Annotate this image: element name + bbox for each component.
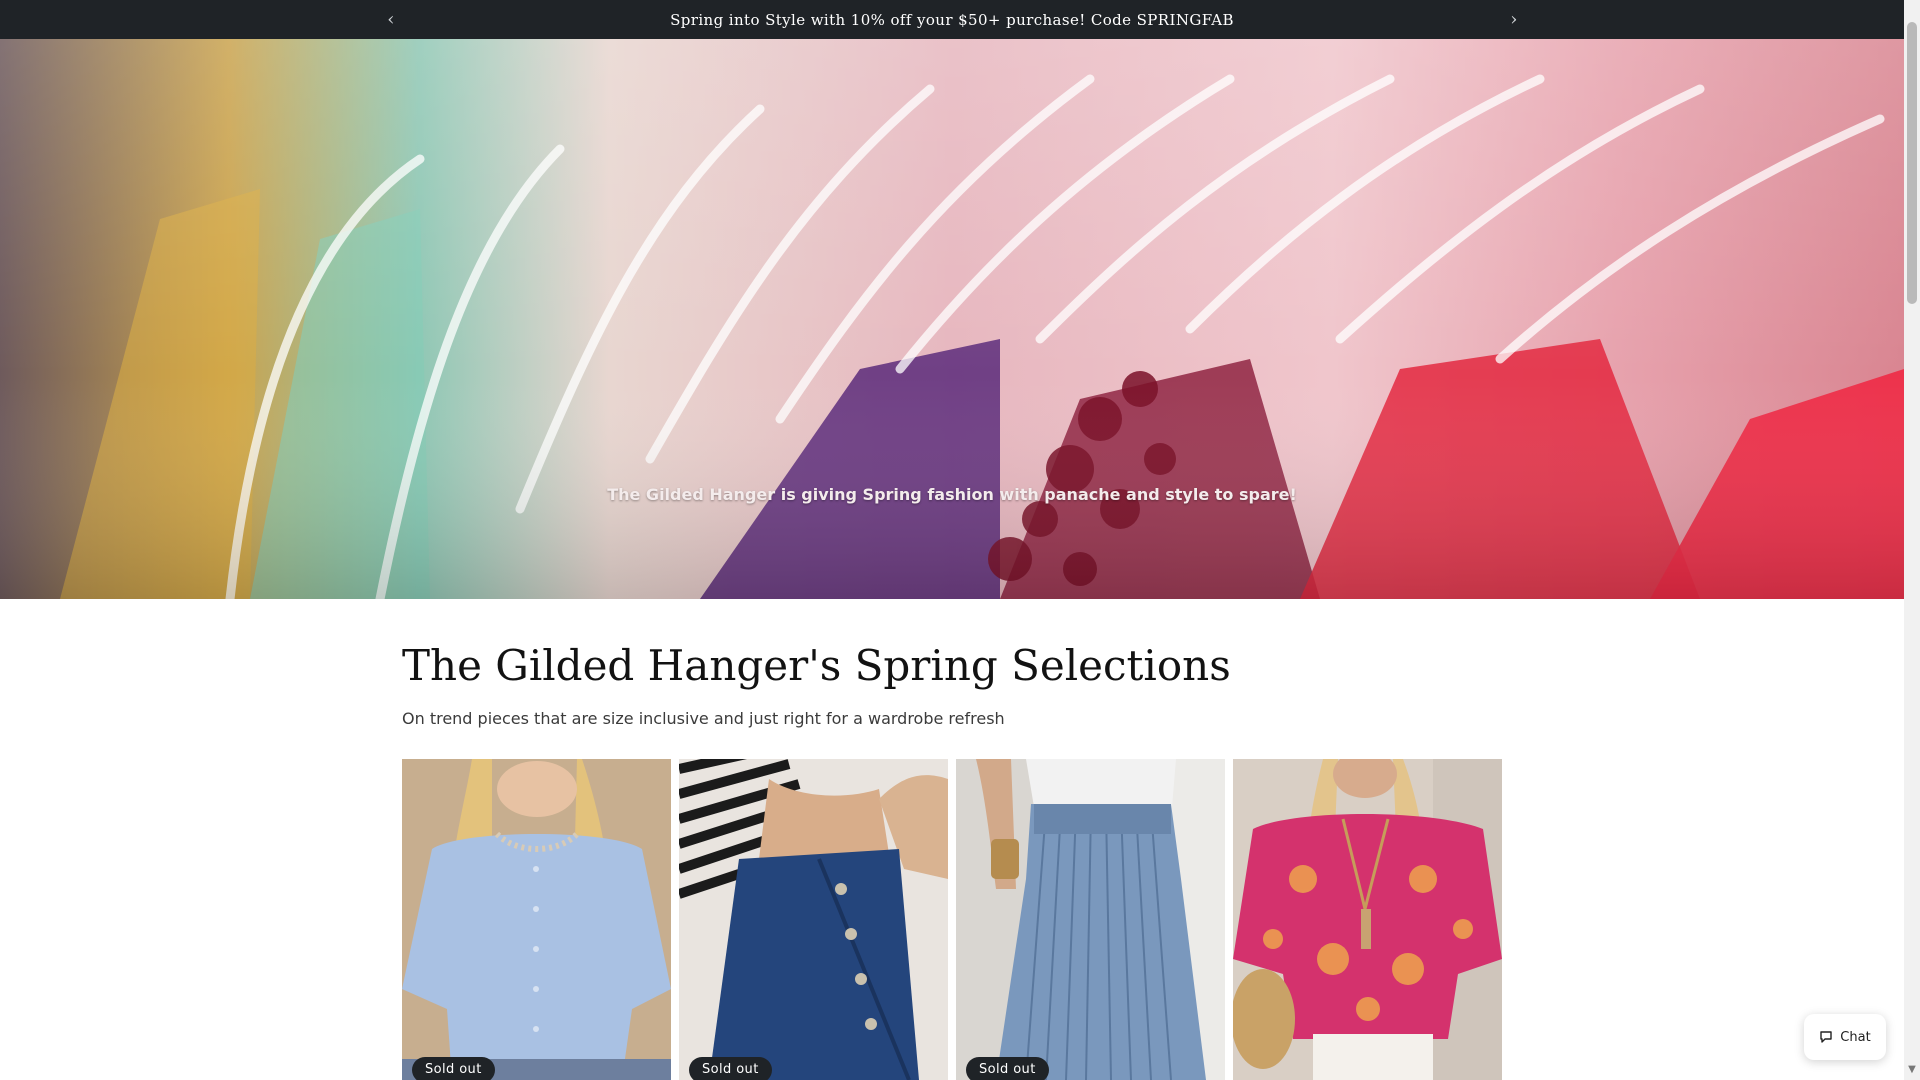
product-card[interactable]: Sold out <box>679 759 948 1080</box>
collection-subtitle: On trend pieces that are size inclusive … <box>402 709 1005 728</box>
hero-banner: The Gilded Hanger is giving Spring fashi… <box>0 39 1904 599</box>
chat-bubble-icon <box>1820 1031 1832 1043</box>
product-grid: Sold out Sold out Sold out <box>402 759 1504 1080</box>
scroll-down-icon[interactable]: ▼ <box>1907 1064 1917 1076</box>
product-card[interactable]: Sold out <box>402 759 671 1080</box>
announcement-bar: ‹ Spring into Style with 10% off your $5… <box>0 0 1904 39</box>
hero-caption: The Gilded Hanger is giving Spring fashi… <box>607 485 1297 504</box>
chat-button[interactable]: Chat <box>1804 1014 1886 1060</box>
product-image <box>679 759 948 1080</box>
product-image <box>402 759 671 1080</box>
chat-label: Chat <box>1840 1029 1871 1045</box>
page-scrollbar[interactable]: ▼ <box>1904 0 1920 1080</box>
product-card[interactable] <box>1233 759 1502 1080</box>
sold-out-badge: Sold out <box>689 1057 772 1080</box>
chevron-right-icon[interactable]: › <box>1501 6 1527 32</box>
collection-title: The Gilded Hanger's Spring Selections <box>402 641 1231 690</box>
chevron-left-icon[interactable]: ‹ <box>378 6 404 32</box>
product-card[interactable]: Sold out <box>956 759 1225 1080</box>
sold-out-badge: Sold out <box>966 1057 1049 1080</box>
product-image <box>1233 759 1502 1080</box>
announcement-text: Spring into Style with 10% off your $50+… <box>670 10 1234 29</box>
product-image <box>956 759 1225 1080</box>
scrollbar-thumb[interactable] <box>1907 22 1917 304</box>
sold-out-badge: Sold out <box>412 1057 495 1080</box>
hero-image <box>0 39 1904 599</box>
